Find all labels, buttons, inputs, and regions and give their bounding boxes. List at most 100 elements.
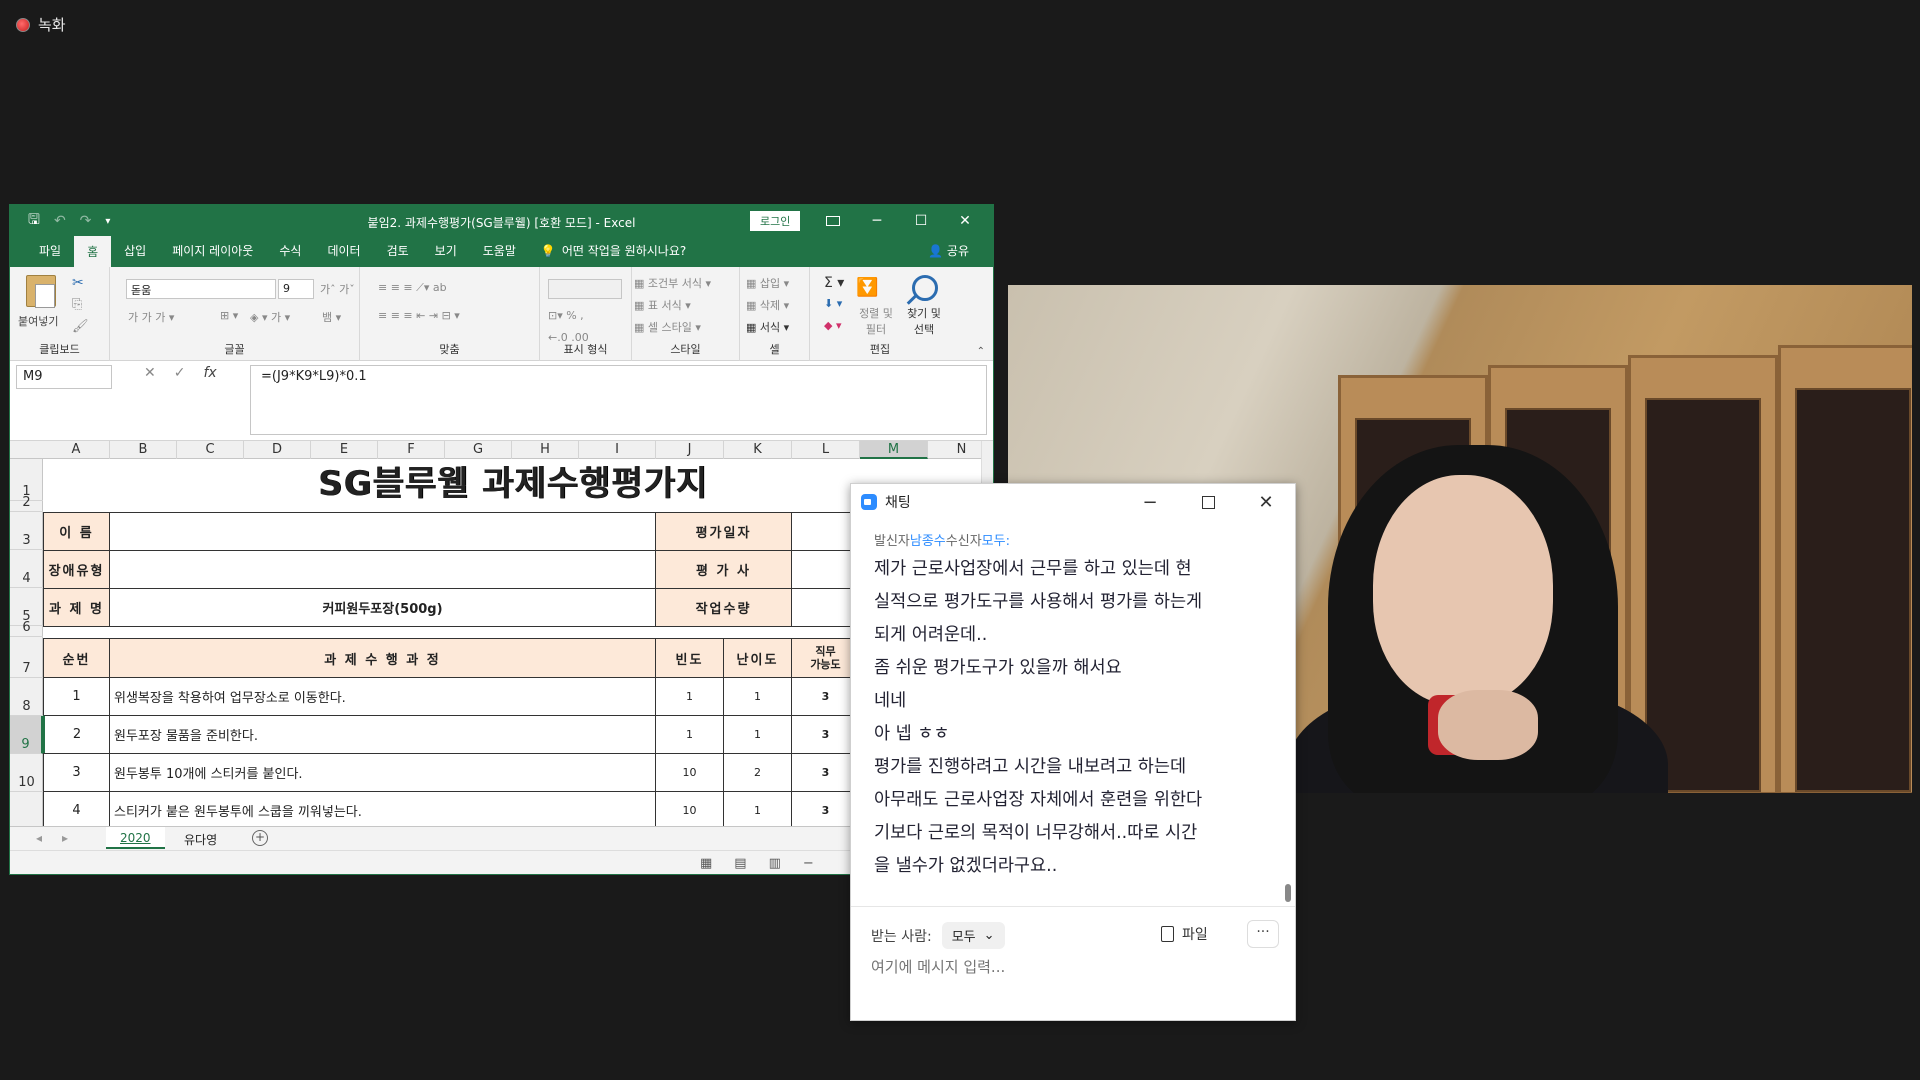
chat-scrollbar[interactable] — [1285, 524, 1291, 902]
row-header-6[interactable]: 6 — [10, 620, 43, 637]
normal-view-icon[interactable]: ▦ — [700, 856, 712, 871]
task-no-cell[interactable]: 2 — [43, 715, 110, 754]
maximize-icon[interactable]: ☐ — [899, 205, 943, 237]
row-header-10[interactable]: 10 — [10, 754, 43, 792]
row-header-9[interactable]: 9 — [10, 716, 43, 754]
font-size-box[interactable]: 9 — [278, 279, 314, 299]
header-process-cell[interactable]: 과 제 수 행 과 정 — [109, 638, 656, 678]
eval-date-label-cell[interactable]: 평가일자 — [655, 512, 792, 551]
sheet-title[interactable]: SG블루웰 과제수행평가지 — [43, 459, 983, 504]
task-difficulty-cell[interactable]: 1 — [723, 791, 792, 826]
save-icon[interactable]: 🖫 — [28, 209, 40, 233]
tab-home[interactable]: 홈 — [74, 236, 112, 267]
enter-icon[interactable]: ✓ — [174, 365, 186, 381]
table-format-button[interactable]: ▦ 표 서식 ▾ — [634, 297, 691, 313]
file-button[interactable]: 파일 — [1161, 924, 1208, 944]
task-process-cell[interactable]: 원두봉투 10개에 스티커를 붙인다. — [109, 753, 656, 792]
tab-help[interactable]: 도움말 — [470, 242, 529, 267]
number-format-box[interactable] — [548, 279, 622, 299]
column-header-c[interactable]: C — [177, 441, 244, 459]
column-header-m[interactable]: M — [860, 441, 928, 459]
header-difficulty-cell[interactable]: 난이도 — [723, 638, 792, 678]
column-header-d[interactable]: D — [244, 441, 311, 459]
disability-value-cell[interactable] — [109, 550, 656, 589]
phonetic-icon[interactable]: 뱀 ▾ — [322, 309, 341, 325]
insert-function-icon[interactable]: fx — [203, 365, 216, 381]
cut-icon[interactable]: ✂ — [72, 275, 84, 291]
zoom-out-icon[interactable]: − — [803, 856, 814, 871]
tell-me-box[interactable]: 💡 어떤 작업을 원하시나요? — [529, 242, 698, 267]
name-box[interactable]: M9 — [16, 365, 112, 389]
worksheet-grid[interactable]: ABCDEFGHIJKLMN 1 2 3 4 5 6 7 8 9 10 SG블루웰 과제수행평가지… — [10, 441, 993, 826]
close-icon[interactable]: ✕ — [1237, 484, 1295, 520]
format-painter-icon[interactable]: 🖌 — [72, 319, 89, 334]
task-freq-cell[interactable]: 1 — [655, 715, 724, 754]
format-cells-button[interactable]: ▦ 서식 ▾ — [746, 319, 789, 335]
conditional-format-button[interactable]: ▦ 조건부 서식 ▾ — [634, 275, 711, 291]
receiver-name[interactable]: 모두: — [982, 534, 1010, 549]
page-layout-view-icon[interactable]: ▤ — [734, 856, 746, 871]
sender-name[interactable]: 남종수 — [910, 534, 946, 549]
maximize-icon[interactable] — [1179, 484, 1237, 520]
formula-input[interactable]: =(J9*K9*L9)*0.1 — [250, 365, 987, 435]
recipient-select[interactable]: 모두 ⌄ — [941, 922, 1005, 949]
horizontal-align-icons[interactable]: ≡ ≡ ≡ ⇤ ⇥ ⊟ ▾ — [378, 309, 460, 322]
sort-filter-icon[interactable]: ⏬ — [856, 277, 878, 298]
grow-font-icon[interactable]: 가ˆ 가ˇ — [320, 281, 355, 297]
redo-icon[interactable]: ↷ — [80, 213, 92, 229]
find-select-label[interactable]: 찾기 및 선택 — [902, 305, 946, 337]
minimize-icon[interactable]: − — [1121, 484, 1179, 520]
task-difficulty-cell[interactable]: 2 — [723, 753, 792, 792]
task-difficulty-cell[interactable]: 1 — [723, 715, 792, 754]
bold-italic-underline-icons[interactable]: 가 가 가 ▾ — [128, 309, 174, 325]
ribbon-display-icon[interactable] — [811, 205, 855, 237]
tab-page-layout[interactable]: 페이지 레이아웃 — [159, 242, 266, 267]
name-label-cell[interactable]: 이 름 — [43, 512, 110, 551]
paste-icon[interactable] — [26, 275, 56, 308]
task-label-cell[interactable]: 과 제 명 — [43, 588, 110, 627]
page-break-view-icon[interactable]: ▥ — [769, 856, 781, 871]
task-freq-cell[interactable]: 1 — [655, 677, 724, 716]
tab-insert[interactable]: 삽입 — [111, 242, 159, 267]
work-qty-label-cell[interactable]: 작업수량 — [655, 588, 792, 627]
column-header-a[interactable]: A — [43, 441, 110, 459]
find-icon[interactable] — [912, 275, 938, 301]
delete-cells-button[interactable]: ▦ 삭제 ▾ — [746, 297, 789, 313]
row-header-2[interactable]: 2 — [10, 495, 43, 512]
tab-view[interactable]: 보기 — [422, 242, 470, 267]
share-button[interactable]: 👤 공유 — [928, 242, 969, 259]
task-freq-cell[interactable]: 10 — [655, 753, 724, 792]
paste-label[interactable]: 붙여넣기 — [18, 313, 58, 329]
header-freq-cell[interactable]: 빈도 — [655, 638, 724, 678]
chat-message-list[interactable]: 발신자남종수수신자모두: 제가 근로사업장에서 근무를 하고 있는데 현 실적으로… — [851, 520, 1295, 904]
column-header-l[interactable]: L — [792, 441, 860, 459]
task-freq-cell[interactable]: 10 — [655, 791, 724, 826]
task-process-cell[interactable]: 원두포장 물품을 준비한다. — [109, 715, 656, 754]
header-no-cell[interactable]: 순번 — [43, 638, 110, 678]
row-header-4[interactable]: 4 — [10, 550, 43, 588]
minimize-icon[interactable]: ─ — [855, 205, 899, 237]
copy-icon[interactable]: ⎘ — [72, 297, 82, 312]
row-header-7[interactable]: 7 — [10, 637, 43, 678]
cell-style-button[interactable]: ▦ 셀 스타일 ▾ — [634, 319, 701, 335]
tab-file[interactable]: 파일 — [26, 242, 74, 267]
tab-data[interactable]: 데이터 — [314, 242, 373, 267]
fill-color-icon[interactable]: ◈ ▾ 가 ▾ — [250, 309, 290, 325]
scrollbar-thumb[interactable] — [1285, 884, 1291, 902]
autosum-icon[interactable]: Σ ▾ — [824, 275, 844, 291]
task-process-cell[interactable]: 위생복장을 착용하여 업무장소로 이동한다. — [109, 677, 656, 716]
column-header-k[interactable]: K — [724, 441, 792, 459]
task-no-cell[interactable]: 3 — [43, 753, 110, 792]
sheet-nav-arrows[interactable]: ◂▸ — [36, 831, 88, 845]
customize-qat-icon[interactable]: ▾ — [105, 216, 110, 227]
evaluator-label-cell[interactable]: 평 가 사 — [655, 550, 792, 589]
sort-filter-label[interactable]: 정렬 및 필터 — [856, 305, 896, 337]
row-header-3[interactable]: 3 — [10, 512, 43, 550]
login-button[interactable]: 로그인 — [750, 211, 801, 231]
vertical-align-icons[interactable]: ≡ ≡ ≡ ⟋▾ ab — [378, 281, 447, 295]
insert-cells-button[interactable]: ▦ 삽입 ▾ — [746, 275, 789, 291]
name-value-cell[interactable] — [109, 512, 656, 551]
task-difficulty-cell[interactable]: 1 — [723, 677, 792, 716]
message-input[interactable] — [871, 958, 1271, 976]
font-name-box[interactable]: 돋움 — [126, 279, 276, 299]
